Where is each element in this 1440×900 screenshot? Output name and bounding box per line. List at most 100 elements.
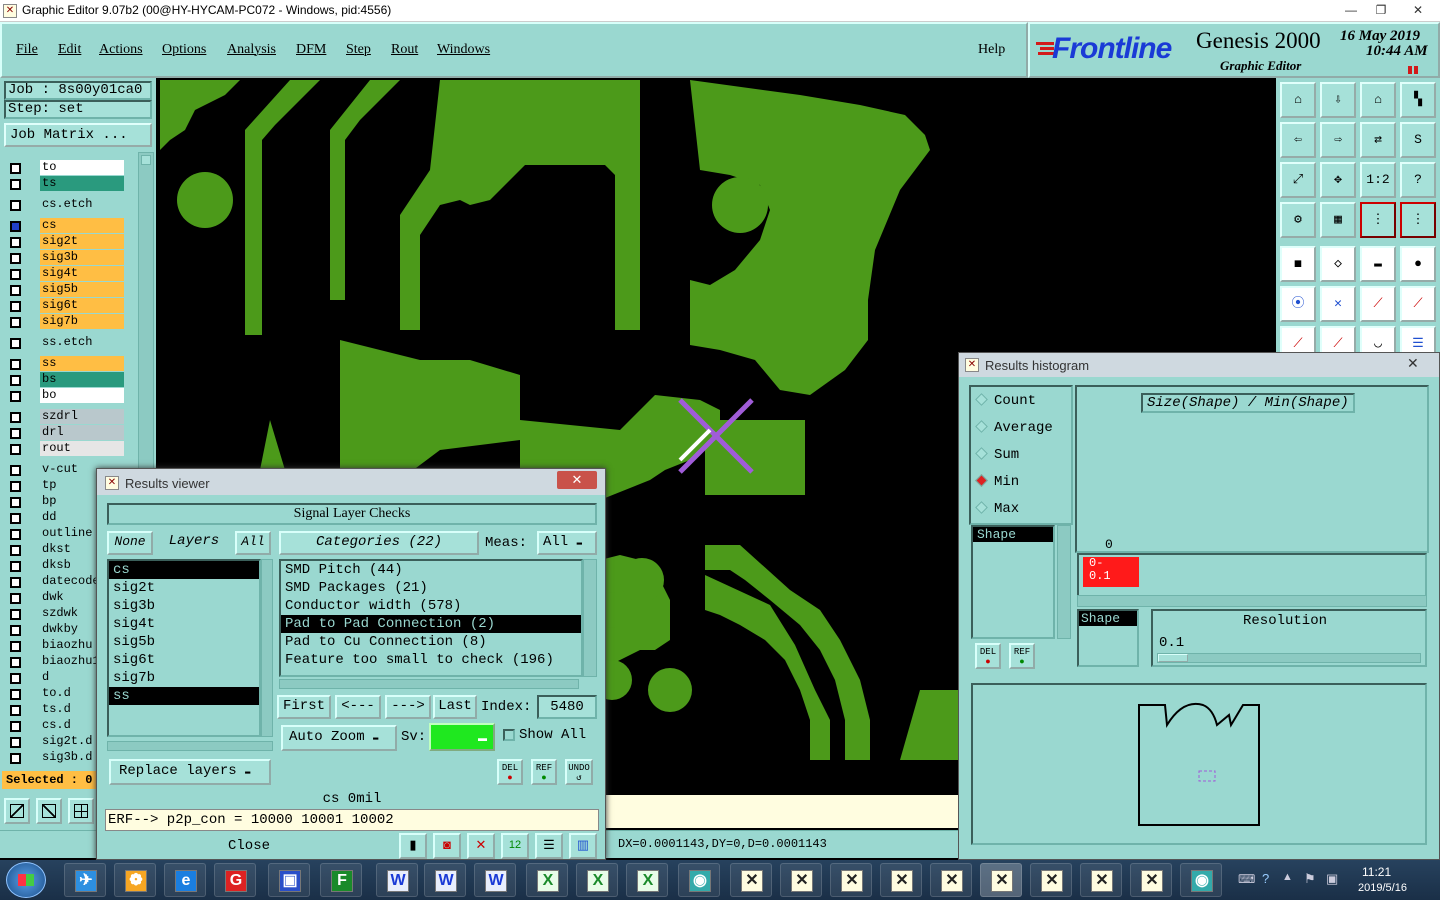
prev-button[interactable]: <--- xyxy=(335,695,381,719)
menu-help[interactable]: Help xyxy=(978,42,1005,58)
tray-keyboard-icon[interactable]: ⌨ xyxy=(1238,872,1255,886)
layer-checkbox[interactable] xyxy=(10,317,21,328)
stat-option-min[interactable]: Min xyxy=(975,474,1019,490)
menu-step[interactable]: Step xyxy=(346,42,371,58)
histogram-close-icon[interactable]: ✕ xyxy=(1407,355,1419,372)
histogram-bar[interactable]: 0- 0.1 xyxy=(1083,557,1139,587)
tool-record-icon[interactable]: ◙ xyxy=(433,833,461,859)
stat-option-count[interactable]: Count xyxy=(975,393,1036,409)
layer-checkbox[interactable] xyxy=(10,593,21,604)
histogram-del-button[interactable]: DEL ● xyxy=(975,643,1001,669)
layer-row[interactable]: bo xyxy=(6,388,124,404)
rv-layer-item[interactable]: sig7b xyxy=(109,669,259,687)
layer-row[interactable]: bs xyxy=(6,372,124,388)
resolution-slider[interactable] xyxy=(1157,653,1421,663)
rv-close-button[interactable]: Close xyxy=(105,835,393,857)
rv-layer-item[interactable]: sig3b xyxy=(109,597,259,615)
rv-category-item[interactable]: Pad to Cu Connection (8) xyxy=(281,633,581,651)
all-button[interactable]: All xyxy=(235,531,271,555)
layer-row[interactable]: ts xyxy=(6,176,124,192)
next-button[interactable]: ---> xyxy=(385,695,431,719)
none-button[interactable]: None xyxy=(107,531,153,555)
connect-icon[interactable]: ⟋ xyxy=(1360,286,1396,322)
taskbar-genesis-7[interactable]: ✕ xyxy=(1030,863,1072,897)
menu-dfm[interactable]: DFM xyxy=(296,42,326,58)
layer-checkbox[interactable] xyxy=(10,545,21,556)
layer-checkbox[interactable] xyxy=(10,269,21,280)
layer-name[interactable]: ss xyxy=(40,356,124,371)
show-all-checkbox[interactable] xyxy=(503,729,515,741)
layer-checkbox[interactable] xyxy=(10,237,21,248)
layer-checkbox[interactable] xyxy=(10,705,21,716)
layer-checkbox[interactable] xyxy=(10,577,21,588)
zoom-fit-icon[interactable]: ⤢ xyxy=(1280,162,1316,198)
layer-checkbox[interactable] xyxy=(10,412,21,423)
taskbar-save[interactable]: ▣ xyxy=(268,863,310,897)
rv-layer-item[interactable]: ss xyxy=(109,687,259,705)
layer-name[interactable]: to xyxy=(40,160,124,175)
taskbar-app-2[interactable]: ❁ xyxy=(114,863,156,897)
ruler-icon[interactable]: ▬ xyxy=(1360,246,1396,282)
replace-layers-select[interactable]: Replace layers ▬ xyxy=(109,759,271,785)
rv-category-item[interactable]: SMD Pitch (44) xyxy=(281,561,581,579)
menu-analysis[interactable]: Analysis xyxy=(227,42,276,58)
layer-checkbox[interactable] xyxy=(10,641,21,652)
menu-options[interactable]: Options xyxy=(162,42,206,58)
shape-item[interactable]: Shape xyxy=(973,527,1053,542)
layer-row[interactable]: sig6t xyxy=(6,298,124,314)
radio-icon[interactable] xyxy=(975,447,988,460)
connect2-icon[interactable]: ⟋ xyxy=(1400,286,1436,322)
rv-undo-button[interactable]: UNDO ↺ xyxy=(565,759,593,785)
layer-name[interactable]: cs.etch xyxy=(40,197,124,212)
stat-option-max[interactable]: Max xyxy=(975,501,1019,517)
layer-toggle2-icon[interactable]: ⋮ xyxy=(1400,202,1436,238)
histogram-ref-button[interactable]: REF ● xyxy=(1009,643,1035,669)
layer-checkbox[interactable] xyxy=(10,375,21,386)
menu-file[interactable]: File xyxy=(16,42,38,58)
taskbar-genesis-6[interactable]: ✕ xyxy=(980,863,1022,897)
layer-checkbox[interactable] xyxy=(10,673,21,684)
line-tool-icon[interactable] xyxy=(4,798,30,824)
taskbar-genesis-8[interactable]: ✕ xyxy=(1080,863,1122,897)
rv-category-item[interactable]: Feature too small to check (196) xyxy=(281,651,581,669)
split-view-icon[interactable]: ▚ xyxy=(1400,82,1436,118)
layer-name[interactable]: cs xyxy=(40,218,124,233)
grid-icon[interactable]: ▦ xyxy=(1320,202,1356,238)
layer-row[interactable]: ss xyxy=(6,356,124,372)
tray-network-icon[interactable]: ▣ xyxy=(1326,871,1338,887)
taskbar-genesis-4[interactable]: ✕ xyxy=(880,863,922,897)
layer-checkbox[interactable] xyxy=(10,285,21,296)
taskbar-app-last[interactable]: ◉ xyxy=(1180,863,1222,897)
sv-color-select[interactable]: ▬ xyxy=(429,723,495,751)
taskbar-genesis-5[interactable]: ✕ xyxy=(930,863,972,897)
pan-left-icon[interactable]: ⇦ xyxy=(1280,122,1316,158)
taskbar-excel-3[interactable]: X xyxy=(626,863,668,897)
layer-checkbox[interactable] xyxy=(10,481,21,492)
cross-icon[interactable]: ✕ xyxy=(1320,286,1356,322)
zoom-home-icon[interactable]: ⌂ xyxy=(1280,82,1316,118)
menu-rout[interactable]: Rout xyxy=(391,42,418,58)
taskbar-genesis-1[interactable]: ✕ xyxy=(730,863,772,897)
tool-chart-icon[interactable]: ▥ xyxy=(569,833,597,859)
layer-checkbox[interactable] xyxy=(10,513,21,524)
layer-checkbox[interactable] xyxy=(10,444,21,455)
taskbar-frontline[interactable]: F xyxy=(320,863,362,897)
menu-actions[interactable]: Actions xyxy=(99,42,143,58)
rv-layer-item[interactable]: sig2t xyxy=(109,579,259,597)
layer-name[interactable]: bo xyxy=(40,388,124,403)
layer-row[interactable]: drl xyxy=(6,425,124,441)
layer-name[interactable]: szdrl xyxy=(40,409,124,424)
layer-checkbox[interactable] xyxy=(10,737,21,748)
shape-scrollbar[interactable] xyxy=(1057,525,1071,639)
layer-checkbox[interactable] xyxy=(10,359,21,370)
layer-row[interactable]: sig3b xyxy=(6,250,124,266)
layer-name[interactable]: ts xyxy=(40,176,124,191)
rv-category-item[interactable]: Conductor width (578) xyxy=(281,597,581,615)
layer-checkbox[interactable] xyxy=(10,689,21,700)
settings-icon[interactable]: ⚙ xyxy=(1280,202,1316,238)
minimize-button[interactable]: — xyxy=(1336,1,1366,19)
index-input[interactable]: 5480 xyxy=(537,695,597,719)
tool-delete-icon[interactable]: ✕ xyxy=(467,833,495,859)
tool-12-icon[interactable]: 12 xyxy=(501,833,529,859)
grid-tool-icon[interactable] xyxy=(68,798,94,824)
